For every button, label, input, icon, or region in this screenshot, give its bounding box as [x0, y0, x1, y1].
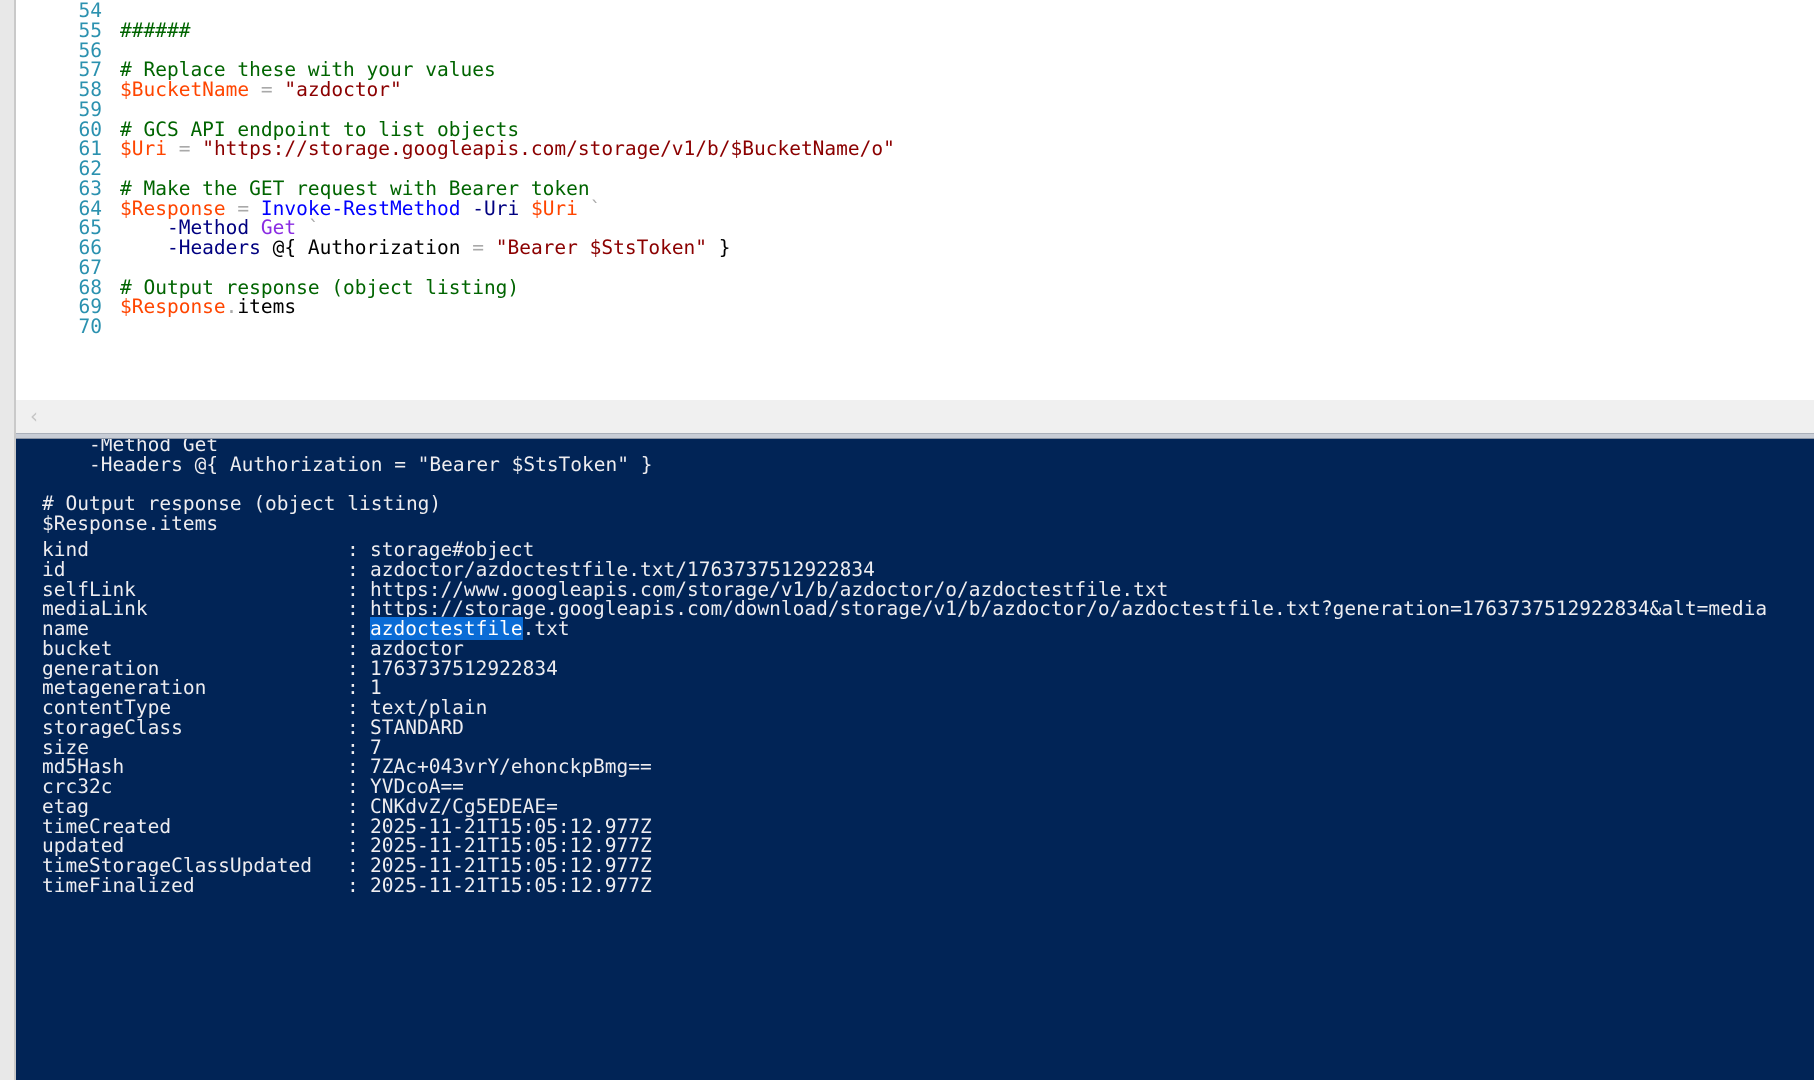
left-margin-bar: [0, 0, 16, 1080]
code-line[interactable]: $Uri = "https://storage.googleapis.com/s…: [120, 137, 895, 160]
code-token-string: "Bearer $StsToken": [495, 236, 708, 259]
property-separator: :: [347, 873, 359, 897]
console-echo-line: $Response.items: [42, 512, 219, 535]
code-token-plain: items: [237, 295, 297, 319]
code-token-plain: @{ Authorization: [272, 236, 473, 259]
code-token-op: =: [166, 137, 203, 161]
property-value-rest: .txt: [522, 617, 570, 640]
code-token-op: `: [577, 196, 602, 220]
code-token-var: $Uri: [120, 137, 167, 161]
property-value: 1763737512922834: [370, 656, 558, 680]
property-name: timeFinalized: [42, 873, 195, 897]
code-token-var: $Uri: [530, 196, 578, 220]
property-value: https://storage.googleapis.com/download/…: [370, 597, 1768, 621]
code-token-comment: ######: [120, 18, 191, 42]
code-token-op: =: [249, 78, 285, 101]
code-line[interactable]: $BucketName = "azdoctor": [120, 78, 402, 101]
code-token-plain: }: [707, 236, 731, 259]
code-token-op: .: [225, 295, 238, 319]
code-token-string: "azdoctor": [284, 78, 402, 101]
code-line[interactable]: $Response.items: [120, 295, 296, 318]
scroll-left-arrow-icon[interactable]: ‹: [30, 404, 50, 428]
code-token-var: $BucketName: [120, 78, 250, 101]
code-token-param: -Headers: [120, 236, 273, 259]
code-token-param: -Uri: [460, 196, 531, 220]
editor-horizontal-scrollbar[interactable]: ‹: [16, 400, 1814, 433]
script-editor-pane[interactable]: 54 55 ###### 56 57 # Replace these with your …: [16, 0, 1814, 400]
property-value: STANDARD: [370, 715, 464, 739]
code-token-op: =: [472, 236, 484, 259]
code-token-string: "https://storage.googleapis.com/storage/…: [202, 137, 895, 161]
line-number: 70: [78, 315, 102, 338]
code-token-var: $Response: [120, 295, 226, 319]
console-echo-line: -Headers @{ Authorization = "Bearer $Sts…: [42, 452, 653, 476]
property-value: 2025-11-21T15:05:12.977Z: [370, 873, 652, 897]
console-pane[interactable]: -Method Get ` -Headers @{ Authorization …: [16, 439, 1814, 1080]
code-line[interactable]: -Headers @{ Authorization = "Bearer $Sts…: [120, 236, 731, 259]
code-line[interactable]: ######: [120, 19, 190, 42]
